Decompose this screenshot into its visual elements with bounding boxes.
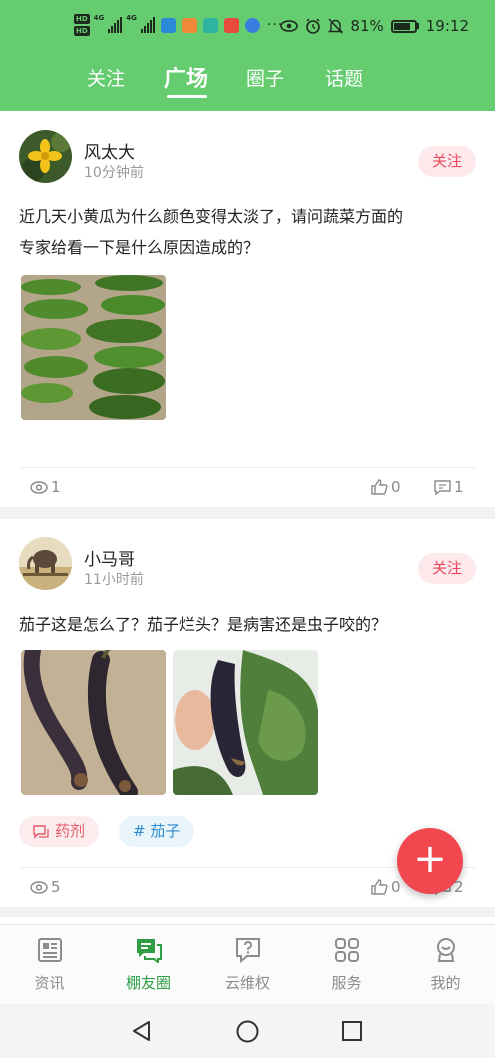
divider <box>19 467 476 468</box>
nav-label: 我的 <box>430 974 461 992</box>
eye-icon <box>30 880 48 894</box>
signal-icon <box>108 17 123 33</box>
like-count: 0 <box>391 478 401 496</box>
home-icon[interactable] <box>236 1020 259 1043</box>
create-post-button[interactable]: + <box>397 828 463 894</box>
post-text-line: 专家给看一下是什么原因造成的？ <box>19 238 260 257</box>
mute-bell-icon <box>328 18 344 34</box>
post-image-eggplant-ground[interactable] <box>21 650 166 795</box>
status-right: 81% 19:12 <box>280 17 469 35</box>
nav-label: 服务 <box>331 974 362 992</box>
status-left: HD HD 4G 4G ··· <box>74 14 283 36</box>
profile-icon <box>437 938 455 962</box>
post-text[interactable]: 茄子这是怎么了？茄子烂头？是病害还是虫子咬的？ <box>19 609 479 640</box>
service-icon <box>335 938 359 962</box>
like-button[interactable]: 0 <box>371 478 401 496</box>
post-time: 10分钟前 <box>84 165 144 181</box>
tag-label: 药剂 <box>55 822 86 840</box>
author-name[interactable]: 风太大 <box>84 138 135 163</box>
view-count: 5 <box>30 878 61 896</box>
post-card[interactable]: 风太大 10分钟前 关注 近几天小黄瓜为什么颜色变得太淡了，请问蔬菜方面的 专家… <box>0 111 495 507</box>
nav-label: 棚友圈 <box>125 974 171 992</box>
hd-badge: HD <box>74 14 90 24</box>
alarm-icon <box>306 18 321 34</box>
network-type: 4G <box>126 14 137 22</box>
nav-service[interactable]: 服务 <box>297 925 396 1005</box>
top-tabs: 关注 广场 圈子 话题 <box>0 60 495 100</box>
thumbs-up-icon <box>371 479 388 495</box>
recent-apps-icon[interactable] <box>342 1021 362 1041</box>
nav-label: 云维权 <box>224 974 270 992</box>
network-type: 4G <box>93 14 105 22</box>
comment-icon <box>434 479 451 495</box>
tab-square[interactable]: 广场 <box>164 61 208 93</box>
eye-icon <box>30 480 48 494</box>
tag-chip-eggplant[interactable]: # 茄子 <box>119 816 195 847</box>
like-count: 0 <box>391 878 401 896</box>
browser-icon <box>244 17 260 33</box>
post-text[interactable]: 近几天小黄瓜为什么颜色变得太淡了，请问蔬菜方面的 专家给看一下是什么原因造成的？ <box>19 201 479 263</box>
tab-topic[interactable]: 话题 <box>325 64 363 91</box>
nav-label: 资讯 <box>34 974 65 992</box>
chat-icon <box>137 939 162 963</box>
app-header: HD HD 4G 4G ··· 81% 19:12 关注 广场 圈子 话题 <box>0 0 495 111</box>
post-image-cucumbers[interactable] <box>21 275 166 420</box>
help-icon <box>236 938 260 963</box>
post-text-line: 近几天小黄瓜为什么颜色变得太淡了，请问蔬菜方面的 <box>19 207 404 226</box>
app-notification-icon <box>223 17 239 33</box>
system-nav-bar <box>0 1004 495 1058</box>
eye-icon <box>280 20 299 32</box>
news-icon <box>38 938 62 962</box>
avatar[interactable] <box>19 537 72 590</box>
back-icon[interactable] <box>131 1020 151 1042</box>
avatar[interactable] <box>19 130 72 183</box>
active-tab-indicator <box>167 95 207 98</box>
nav-cloud-rights[interactable]: 云维权 <box>198 925 297 1005</box>
status-bar: HD HD 4G 4G ··· 81% 19:12 <box>0 0 495 56</box>
view-count: 1 <box>30 478 61 496</box>
clock: 19:12 <box>425 17 469 35</box>
nav-news[interactable]: 资讯 <box>0 925 99 1005</box>
follow-button[interactable]: 关注 <box>418 146 476 177</box>
message-icon <box>33 824 49 839</box>
video-app-icon <box>181 17 197 33</box>
post-time: 11小时前 <box>84 572 144 588</box>
follow-button[interactable]: 关注 <box>418 553 476 584</box>
post-image-eggplant-plant[interactable] <box>173 650 318 795</box>
app-notification-icon <box>202 17 218 33</box>
battery-percent: 81% <box>350 17 384 35</box>
like-button[interactable]: 0 <box>371 878 401 896</box>
hd-badges: HD HD <box>74 14 90 36</box>
nav-friends-circle[interactable]: 棚友圈 <box>99 925 198 1005</box>
signal-icon <box>140 17 155 33</box>
tag-chip-medicine[interactable]: 药剂 <box>19 816 100 847</box>
comment-button[interactable]: 1 <box>434 478 464 496</box>
view-count-value: 5 <box>51 878 61 896</box>
battery-icon <box>390 19 419 33</box>
comment-count: 1 <box>454 478 464 496</box>
view-count-value: 1 <box>51 478 61 496</box>
author-name[interactable]: 小马哥 <box>84 545 135 570</box>
tag-label: # 茄子 <box>133 822 181 840</box>
bottom-nav: 资讯 棚友圈 云维权 服务 我的 <box>0 924 495 1004</box>
tab-circle[interactable]: 圈子 <box>246 64 284 91</box>
app-notification-icon <box>160 17 176 33</box>
hd-badge: HD <box>74 26 90 36</box>
post-text-line: 茄子这是怎么了？茄子烂头？是病害还是虫子咬的？ <box>19 615 388 634</box>
nav-profile[interactable]: 我的 <box>396 925 495 1005</box>
thumbs-up-icon <box>371 879 388 895</box>
tab-follow[interactable]: 关注 <box>87 64 125 91</box>
